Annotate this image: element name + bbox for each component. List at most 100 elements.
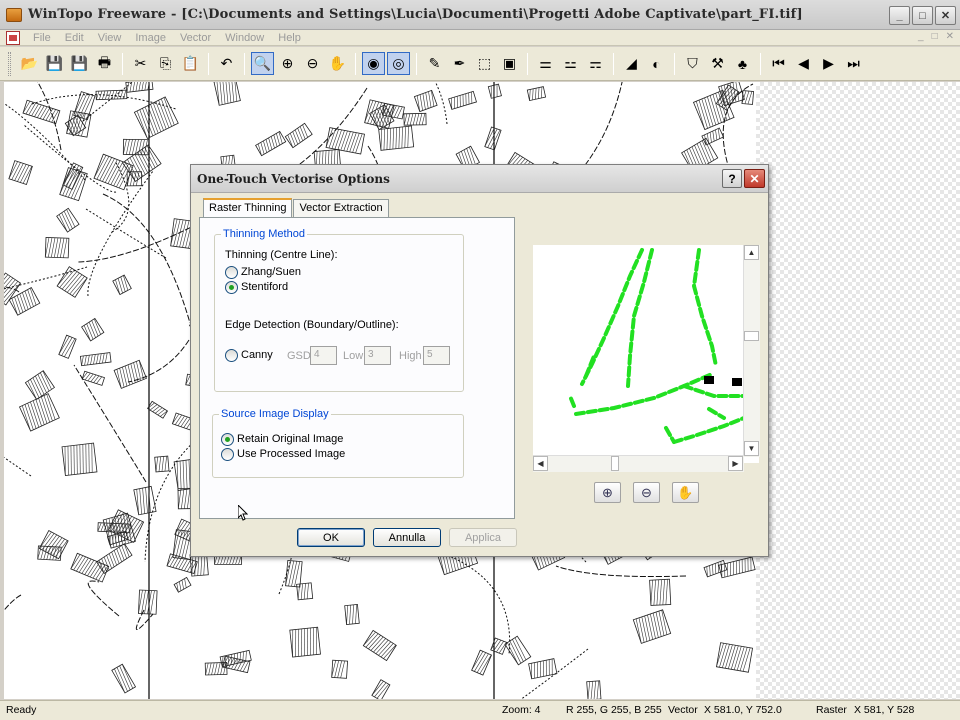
thinning-icon[interactable]: ⚌ — [534, 52, 557, 75]
zoom-in-icon[interactable]: ⊕ — [276, 52, 299, 75]
menu-image[interactable]: Image — [128, 32, 173, 44]
raster-view-icon[interactable]: ◉ — [362, 52, 385, 75]
stentiford-label[interactable]: Stentiford — [241, 281, 288, 293]
zoom-out-icon[interactable]: ⊖ — [301, 52, 324, 75]
paste-icon[interactable]: 📋 — [179, 52, 202, 75]
preview-green-line — [691, 248, 718, 368]
map-street-line — [555, 565, 687, 578]
cut-icon[interactable]: ✂ — [129, 52, 152, 75]
menu-file[interactable]: File — [26, 32, 58, 44]
select-tool-icon[interactable]: ▣ — [498, 52, 521, 75]
stentiford-radio[interactable] — [225, 281, 238, 294]
low-input[interactable]: 3 — [364, 346, 391, 365]
zhang-suen-radio[interactable] — [225, 266, 238, 279]
open-folder-icon[interactable]: 📂 — [18, 52, 41, 75]
save-icon[interactable]: 💾 — [43, 52, 66, 75]
retain-original-radio[interactable] — [221, 433, 234, 446]
pencil-icon[interactable]: ✎ — [423, 52, 446, 75]
gsd-input[interactable]: 4 — [310, 346, 337, 365]
map-building-block — [526, 86, 547, 102]
threshold-icon[interactable]: ⚍ — [559, 52, 582, 75]
tab-raster-thinning[interactable]: Raster Thinning — [203, 198, 293, 218]
map-building-block — [344, 604, 360, 625]
first-page-icon[interactable]: ⏮ — [767, 52, 790, 75]
menu-window[interactable]: Window — [218, 32, 271, 44]
thinning-method-group: Thinning Method Thinning (Centre Line): … — [214, 228, 464, 392]
filter-icon[interactable]: ⚎ — [584, 52, 607, 75]
tree-icon[interactable]: ♣ — [731, 52, 754, 75]
horizontal-scroll-thumb[interactable] — [611, 456, 619, 471]
use-processed-label[interactable]: Use Processed Image — [237, 448, 345, 460]
mdi-close-button[interactable]: ✕ — [946, 31, 954, 42]
map-building-block — [703, 559, 728, 578]
preview-horizontal-scrollbar[interactable]: ◀ ▶ — [533, 455, 744, 472]
preview-green-line — [682, 384, 746, 398]
prev-page-icon[interactable]: ◀ — [792, 52, 815, 75]
menu-view[interactable]: View — [91, 32, 129, 44]
dialog-title-bar[interactable]: One-Touch Vectorise Options — [191, 165, 768, 193]
canny-radio[interactable] — [225, 349, 238, 362]
apply-button[interactable]: Applica — [449, 528, 517, 547]
map-building-block — [371, 679, 391, 699]
scroll-left-icon[interactable]: ◀ — [533, 456, 548, 471]
status-bar: Ready Zoom: 4 R 255, G 255, B 255 Vector… — [0, 700, 960, 720]
preview-zoom-in-icon[interactable]: ⊕ — [594, 482, 621, 503]
scroll-down-icon[interactable]: ▼ — [744, 441, 759, 456]
undo-icon[interactable]: ↶ — [215, 52, 238, 75]
scroll-right-icon[interactable]: ▶ — [728, 456, 743, 471]
map-street-line — [520, 648, 589, 699]
status-raster-label: Raster — [816, 704, 847, 716]
map-building-block — [44, 236, 70, 259]
high-input[interactable]: 5 — [423, 346, 450, 365]
app-icon[interactable] — [6, 7, 22, 22]
map-building-block — [59, 167, 88, 202]
map-building-block — [8, 160, 33, 186]
dialog-close-button[interactable]: ✕ — [744, 169, 765, 188]
shield-icon[interactable]: ⛉ — [681, 52, 704, 75]
title-bar: WinTopo Freeware - [C:\Documents and Set… — [0, 0, 960, 30]
ok-button[interactable]: OK — [297, 528, 365, 547]
preview-pan-icon[interactable]: ✋ — [672, 482, 699, 503]
save-as-icon[interactable]: 💾 — [68, 52, 91, 75]
vertical-scroll-thumb[interactable] — [744, 331, 759, 341]
zhang-suen-label[interactable]: Zhang/Suen — [241, 266, 301, 278]
copy-icon[interactable]: ⎘ — [154, 52, 177, 75]
retain-original-label[interactable]: Retain Original Image — [237, 433, 343, 445]
use-processed-radio[interactable] — [221, 448, 234, 461]
preview-zoom-out-icon[interactable]: ⊖ — [633, 482, 660, 503]
vectorise-icon[interactable]: ◢ — [620, 52, 643, 75]
one-touch-icon[interactable]: ◐ — [645, 52, 668, 75]
pan-hand-icon[interactable]: ✋ — [326, 52, 349, 75]
map-building-block — [718, 556, 756, 579]
tools-icon[interactable]: ⚒ — [706, 52, 729, 75]
scroll-up-icon[interactable]: ▲ — [744, 245, 759, 260]
menu-edit[interactable]: Edit — [58, 32, 91, 44]
toolbar-separator — [674, 52, 675, 75]
print-icon[interactable]: 🖶 — [93, 52, 116, 75]
toolbar-grip[interactable] — [8, 51, 11, 76]
menu-help[interactable]: Help — [271, 32, 308, 44]
cancel-button[interactable]: Annulla — [373, 528, 441, 547]
menu-vector[interactable]: Vector — [173, 32, 218, 44]
mouse-cursor-icon — [238, 505, 248, 521]
document-icon[interactable] — [6, 30, 20, 45]
map-building-block — [649, 578, 672, 606]
pen-icon[interactable]: ✒ — [448, 52, 471, 75]
close-button[interactable]: ✕ — [935, 6, 956, 25]
minimize-button[interactable]: _ — [889, 6, 910, 25]
edit-tool-icon[interactable]: ⬚ — [473, 52, 496, 75]
help-button[interactable]: ? — [722, 169, 742, 188]
status-raster-coords: X 581, Y 528 — [854, 704, 915, 716]
map-building-block — [73, 91, 96, 121]
preview-image[interactable] — [533, 245, 759, 463]
maximize-button[interactable]: □ — [912, 6, 933, 25]
last-page-icon[interactable]: ⏭ — [842, 52, 865, 75]
zoom-icon[interactable]: 🔍 — [251, 52, 274, 75]
vector-view-icon[interactable]: ◎ — [387, 52, 410, 75]
next-page-icon[interactable]: ▶ — [817, 52, 840, 75]
tab-vector-extraction[interactable]: Vector Extraction — [293, 199, 389, 217]
mdi-restore-button[interactable]: □ — [932, 31, 938, 42]
canny-label[interactable]: Canny — [241, 349, 273, 361]
preview-vertical-scrollbar[interactable]: ▲ ▼ — [743, 245, 760, 457]
mdi-minimize-button[interactable]: _ — [918, 31, 924, 42]
